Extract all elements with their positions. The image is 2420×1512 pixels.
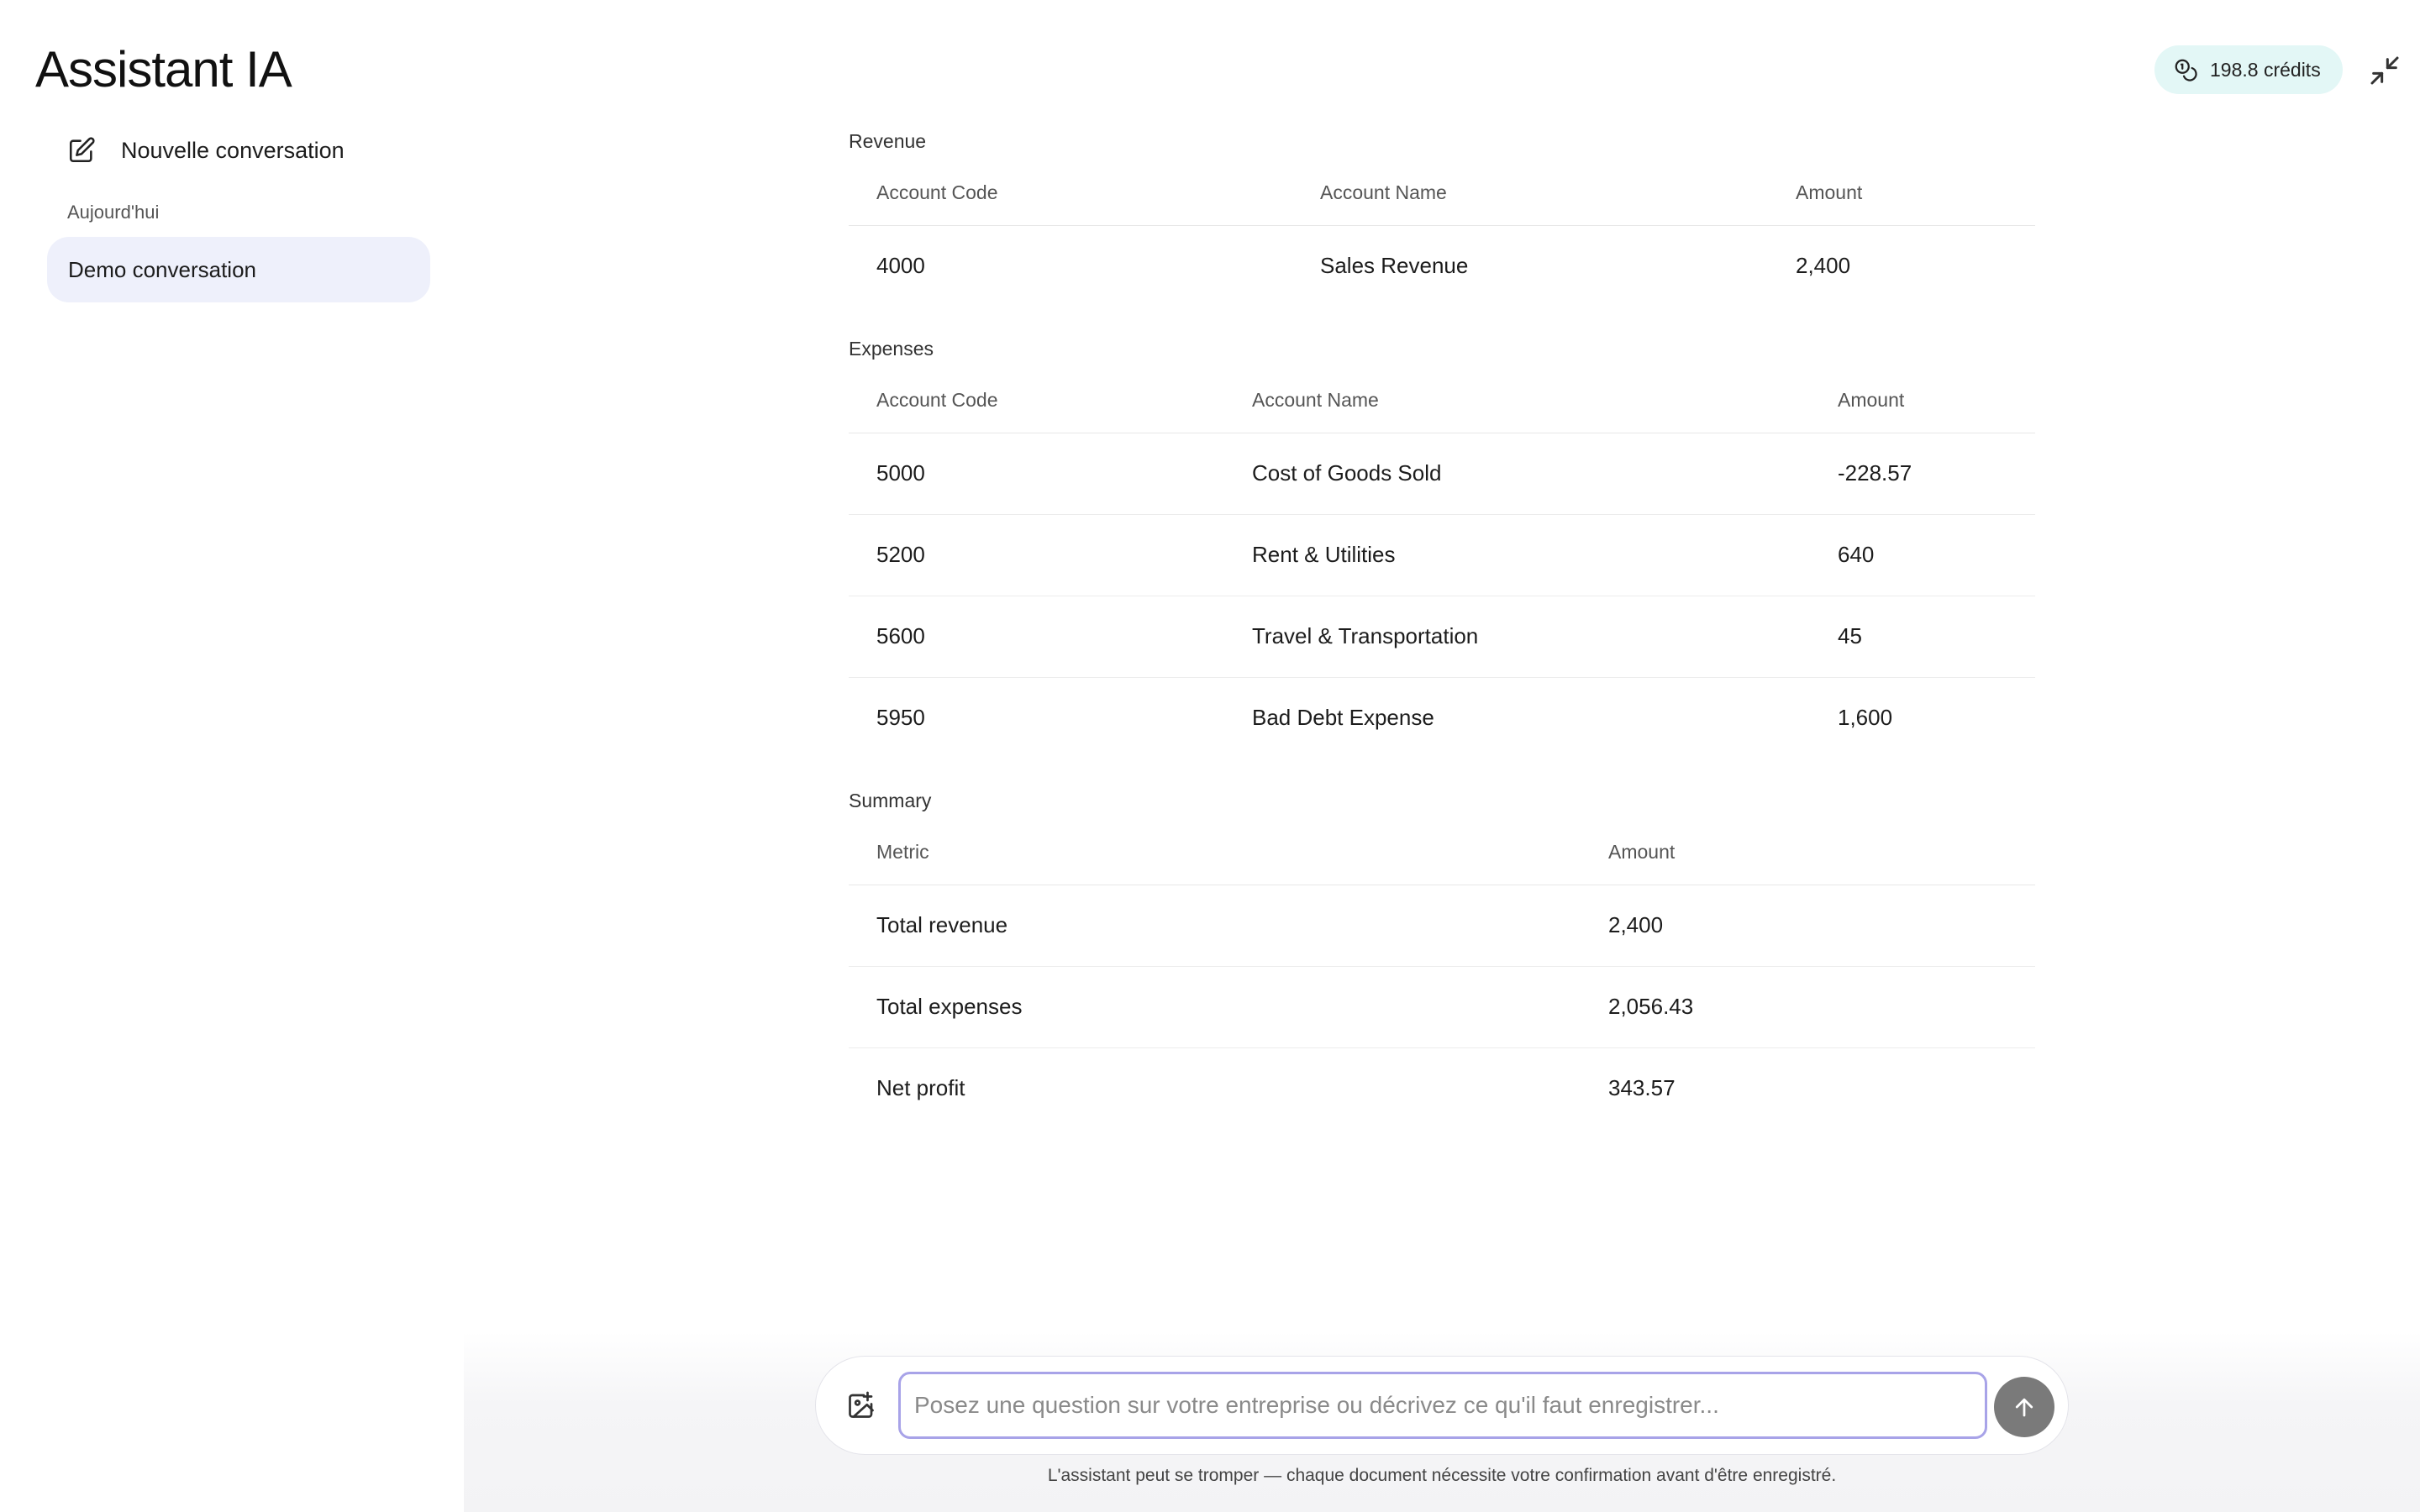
- credits-label: 198.8 crédits: [2210, 58, 2321, 81]
- image-plus-icon[interactable]: [846, 1390, 876, 1420]
- credits-badge: 198.8 crédits: [2154, 45, 2343, 94]
- table-row: 5200 Rent & Utilities 640: [849, 514, 2035, 596]
- table-cell: 2,400: [1581, 885, 2035, 967]
- column-header: Account Name: [1320, 181, 1447, 203]
- table-cell: 1,600: [1838, 705, 1893, 731]
- edit-icon: [69, 137, 95, 163]
- arrow-up-icon: [2015, 1398, 2033, 1417]
- send-button[interactable]: [1994, 1377, 2054, 1437]
- column-header: Amount: [1838, 389, 1905, 411]
- table-cell: 5600: [849, 596, 1224, 678]
- revenue-title: Revenue: [849, 130, 927, 152]
- table-cell: Bad Debt Expense: [1252, 705, 1434, 731]
- message-input[interactable]: [898, 1372, 1987, 1439]
- table-cell: Net profit: [876, 1075, 965, 1101]
- table-cell: Total revenue: [849, 885, 1581, 967]
- table-row: 5950 Bad Debt Expense 1,600: [849, 677, 2035, 759]
- table-cell: Sales Revenue: [1320, 253, 1469, 279]
- table-cell: 2,400: [1796, 253, 1851, 279]
- section-label-today: Aujourd'hui: [67, 202, 160, 223]
- table-cell: Cost of Goods Sold: [1224, 433, 1810, 515]
- table-cell: Travel & Transportation: [1224, 596, 1810, 678]
- table-row: 4000 Sales Revenue 2,400: [849, 225, 2035, 307]
- table-cell: 343.57: [1608, 1075, 1676, 1101]
- table-cell: 5000: [849, 433, 1224, 515]
- column-header: Account Code: [876, 389, 998, 411]
- column-header: Account Code: [876, 181, 998, 203]
- table-cell: Rent & Utilities: [1224, 514, 1810, 596]
- summary-table: Metric Amount Total revenue 2,400 Total …: [849, 831, 2035, 1129]
- table-cell: 45: [1810, 596, 2035, 678]
- table-cell: -228.57: [1810, 433, 2035, 515]
- table-cell: 640: [1810, 514, 2035, 596]
- app-title: Assistant IA: [35, 41, 292, 97]
- table-cell: 4000: [876, 253, 925, 279]
- column-header: Metric: [876, 841, 929, 863]
- table-row: Total revenue 2,400: [849, 885, 2035, 967]
- revenue-table: Account Code Account Name Amount 4000 Sa…: [849, 171, 2035, 307]
- expenses-title: Expenses: [849, 338, 934, 360]
- column-header: Amount: [1796, 181, 1863, 203]
- column-header: Amount: [1608, 841, 1676, 863]
- new-conversation-button[interactable]: Nouvelle conversation: [67, 136, 345, 165]
- table-row: 5000 Cost of Goods Sold -228.57: [849, 433, 2035, 515]
- column-header: Account Name: [1252, 389, 1379, 411]
- minimize-icon[interactable]: [2368, 54, 2402, 87]
- table-row: Total expenses 2,056.43: [849, 966, 2035, 1048]
- conversation-item[interactable]: Demo conversation: [47, 237, 430, 302]
- disclaimer-text: L'assistant peut se tromper — chaque doc…: [1047, 1466, 1837, 1485]
- coins-icon: [2175, 59, 2197, 81]
- message-composer: [815, 1356, 2069, 1455]
- table-row: Net profit 343.57: [849, 1047, 2035, 1129]
- expenses-table: Account Code Account Name Amount 5000 Co…: [849, 379, 2035, 759]
- table-cell: 2,056.43: [1581, 966, 2035, 1048]
- summary-title: Summary: [849, 790, 932, 811]
- table-row: 5600 Travel & Transportation 45: [849, 596, 2035, 678]
- table-cell: Total expenses: [849, 966, 1581, 1048]
- table-cell: 5950: [876, 705, 925, 731]
- new-conversation-label: Nouvelle conversation: [121, 137, 345, 163]
- table-cell: 5200: [849, 514, 1224, 596]
- report-content: Revenue Account Code Account Name Amount…: [849, 126, 2035, 1156]
